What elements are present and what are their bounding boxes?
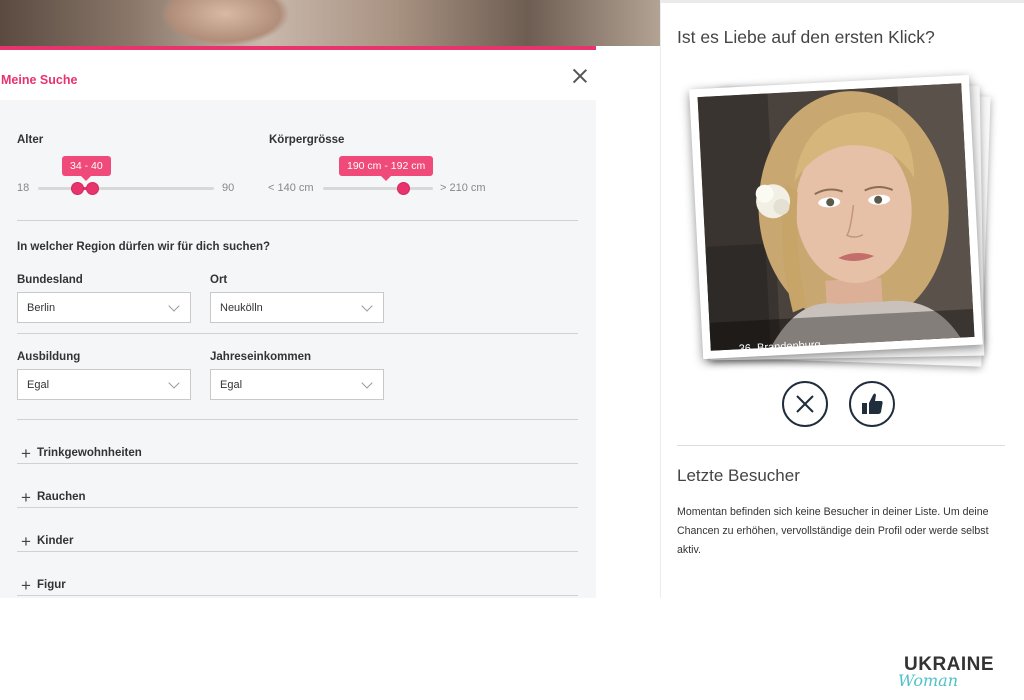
panel-title: Meine Suche [1,73,78,87]
age-min-label: 18 [17,182,30,194]
age-slider-handle-high[interactable] [85,182,99,195]
chevron-down-icon [361,300,373,312]
accordion-rauchen[interactable]: + Rauchen [17,464,578,508]
ausbildung-value: Egal [27,379,50,391]
accordion-label: Rauchen [37,491,86,503]
height-range-tooltip: 190 cm - 192 cm [339,156,434,181]
search-panel: Meine Suche Alter 34 - 40 18 90 Körpergr… [0,50,596,598]
hero-photo-strip [0,0,660,46]
ukraine-woman-logo: UKRAINE Woman [898,654,994,690]
like-button[interactable] [849,381,895,427]
chevron-down-icon [168,300,180,312]
plus-icon: + [21,488,31,507]
accordion-label: Figur [37,579,66,591]
age-max-label: 90 [222,182,235,194]
bundesland-label: Bundesland [17,274,83,286]
divider [17,333,578,334]
einkommen-value: Egal [220,379,243,391]
einkommen-select[interactable]: Egal [210,369,384,400]
ausbildung-select[interactable]: Egal [17,369,191,400]
chevron-down-icon [168,377,180,389]
accordion-kinder[interactable]: + Kinder [17,508,578,552]
age-range-tooltip: 34 - 40 [62,156,111,181]
plus-icon: + [21,444,31,463]
age-slider-track[interactable] [38,187,214,190]
portrait-image [697,83,975,351]
visitors-text: Momentan befinden sich keine Besucher in… [677,506,989,556]
region-question: In welcher Region dürfen wir für dich su… [17,241,271,253]
ausbildung-label: Ausbildung [17,351,81,363]
profile-photo [697,83,975,351]
panel-header: Meine Suche [0,50,596,100]
profile-photo-card[interactable]: 36, Brandenburg [689,74,983,360]
logo-line2: Woman [898,671,958,690]
height-max-label: > 210 cm [440,182,486,194]
plus-icon: + [21,532,31,551]
close-icon [796,395,814,413]
match-title: Ist es Liebe auf den ersten Klick? [677,27,935,47]
height-label: Körpergrösse [269,134,345,146]
ort-label: Ort [210,274,228,286]
chevron-down-icon [361,377,373,389]
brand-logo: UKRAINE Woman [896,652,1016,692]
ort-select[interactable]: Neukölln [210,292,384,323]
accordion-figur[interactable]: + Figur [17,552,578,596]
divider [677,445,1005,446]
accordion-label: Kinder [37,535,74,547]
bundesland-select[interactable]: Berlin [17,292,191,323]
accordion-trinkgewohnheiten[interactable]: + Trinkgewohnheiten [17,420,578,464]
ort-value: Neukölln [220,302,263,314]
age-slider-handle-low[interactable] [71,182,85,195]
accordion-label: Trinkgewohnheiten [37,447,142,459]
height-min-label: < 140 cm [268,182,314,194]
height-slider-handle[interactable] [397,182,411,195]
dislike-button[interactable] [782,381,828,427]
height-slider-track[interactable] [323,187,433,190]
einkommen-label: Jahreseinkommen [210,351,311,363]
visitors-title: Letzte Besucher [677,466,800,485]
divider [17,220,578,221]
plus-icon: + [21,576,31,595]
bundesland-value: Berlin [27,302,56,314]
thumbs-up-icon [862,393,883,414]
close-icon[interactable] [572,68,588,84]
divider [17,595,578,596]
age-label: Alter [17,134,44,146]
